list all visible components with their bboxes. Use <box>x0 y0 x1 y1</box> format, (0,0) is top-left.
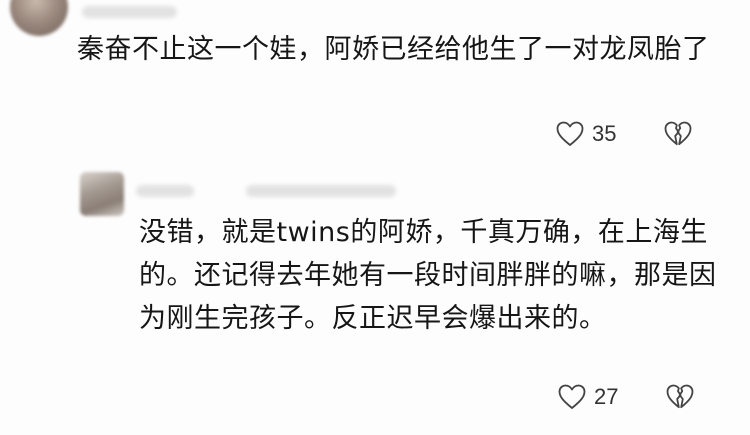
dislike-button[interactable] <box>664 121 692 147</box>
username-blurred[interactable] <box>82 6 177 18</box>
comment-text: 秦奋不止这一个娃，阿娇已经给他生了一对龙凤胎了 <box>77 34 710 65</box>
username-blurred[interactable] <box>136 185 194 197</box>
avatar[interactable] <box>80 172 124 216</box>
like-count: 27 <box>594 384 619 409</box>
like-button[interactable]: 27 <box>558 384 618 410</box>
comment-text: 没错，就是twins的阿娇，千真万确，在上海生的。还记得去年她有一段时间胖胖的嘛… <box>139 217 717 334</box>
broken-heart-icon <box>665 121 692 146</box>
heart-outline-icon <box>558 384 586 409</box>
comment-actions: 35 <box>556 121 692 147</box>
comment-actions: 27 <box>558 384 694 410</box>
avatar[interactable] <box>10 0 68 36</box>
like-count: 35 <box>592 121 617 146</box>
reply-to-blurred <box>246 185 396 197</box>
dislike-button[interactable] <box>666 384 694 410</box>
heart-outline-icon <box>556 121 584 146</box>
broken-heart-icon <box>667 384 694 409</box>
comment-thread: 秦奋不止这一个娃，阿娇已经给他生了一对龙凤胎了 35 没错，就是twins的阿娇… <box>0 0 750 435</box>
like-button[interactable]: 35 <box>556 121 616 147</box>
